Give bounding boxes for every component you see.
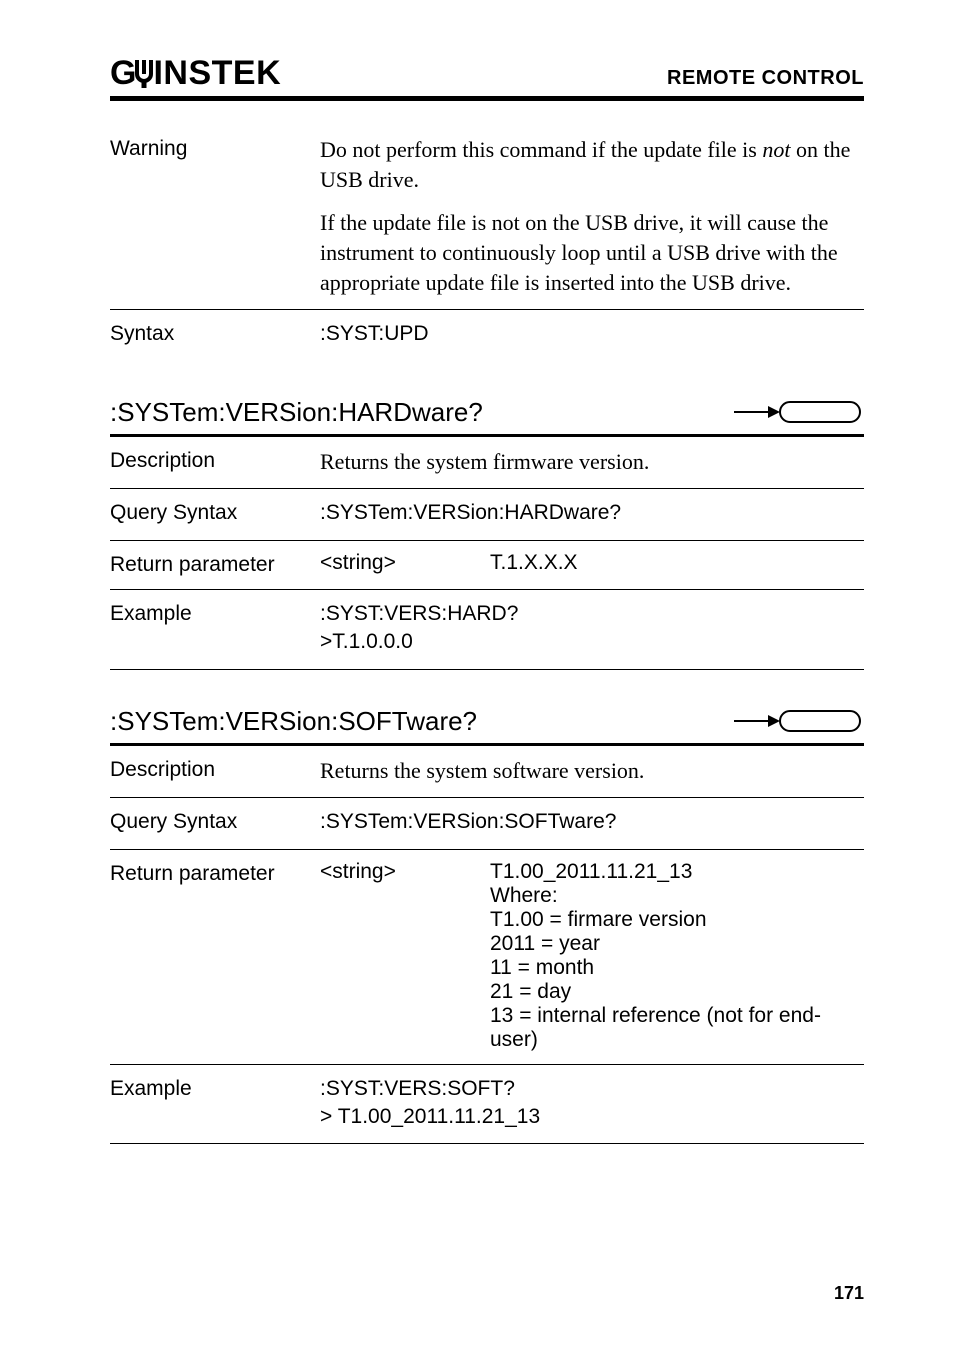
warning-body: Do not perform this command if the updat… bbox=[320, 135, 864, 297]
hardware-title: :SYSTem:VERSion:HARDware? bbox=[110, 397, 483, 428]
software-return-lines: T1.00_2011.11.21_13 Where: T1.00 = firma… bbox=[490, 860, 864, 1052]
software-description-label: Description bbox=[110, 756, 320, 782]
hardware-example-row: Example :SYST:VERS:HARD? >T.1.0.0.0 bbox=[110, 590, 864, 669]
syntax-label: Syntax bbox=[110, 320, 320, 346]
software-return-line: 21 = day bbox=[490, 980, 864, 1004]
warning-row: Warning Do not perform this command if t… bbox=[110, 125, 864, 309]
software-return-line: Where: bbox=[490, 884, 864, 908]
hardware-return-body: <string> T.1.X.X.X bbox=[320, 551, 864, 575]
hardware-description-value: Returns the system firmware version. bbox=[320, 447, 864, 477]
hardware-example-body: :SYST:VERS:HARD? >T.1.0.0.0 bbox=[320, 600, 864, 657]
software-return-body: <string> T1.00_2011.11.21_13 Where: T1.0… bbox=[320, 860, 864, 1052]
software-return-type: <string> bbox=[320, 860, 490, 1052]
hardware-return-type: <string> bbox=[320, 551, 490, 575]
software-example-row: Example :SYST:VERS:SOFT? > T1.00_2011.11… bbox=[110, 1065, 864, 1144]
software-example-line1: :SYST:VERS:SOFT? bbox=[320, 1075, 864, 1103]
query-arrow-icon bbox=[734, 400, 864, 424]
warning-label: Warning bbox=[110, 135, 320, 161]
hardware-example-line1: :SYST:VERS:HARD? bbox=[320, 600, 864, 628]
hardware-return-row: Return parameter <string> T.1.X.X.X bbox=[110, 541, 864, 589]
software-return-line: T1.00_2011.11.21_13 bbox=[490, 860, 864, 884]
software-heading: :SYSTem:VERSion:SOFTware? bbox=[110, 706, 864, 746]
software-return-line: 13 = internal reference (not for end-use… bbox=[490, 1004, 864, 1052]
logo-text-right: INSTEK bbox=[153, 56, 281, 90]
hardware-heading: :SYSTem:VERSion:HARDware? bbox=[110, 397, 864, 437]
hardware-example-line2: >T.1.0.0.0 bbox=[320, 628, 864, 656]
software-return-label: Return parameter bbox=[110, 860, 320, 886]
syntax-row: Syntax :SYST:UPD bbox=[110, 310, 864, 360]
hardware-description-label: Description bbox=[110, 447, 320, 473]
software-example-label: Example bbox=[110, 1075, 320, 1101]
hardware-return-label: Return parameter bbox=[110, 551, 320, 577]
hardware-query-value: :SYSTem:VERSion:HARDware? bbox=[320, 499, 864, 527]
warning-para1-pre: Do not perform this command if the updat… bbox=[320, 137, 762, 162]
query-arrow-icon bbox=[734, 709, 864, 733]
hardware-description-row: Description Returns the system firmware … bbox=[110, 437, 864, 489]
logo-text-left: G bbox=[110, 56, 135, 90]
software-title: :SYSTem:VERSion:SOFTware? bbox=[110, 706, 477, 737]
section-title: REMOTE CONTROL bbox=[667, 67, 864, 90]
hardware-example-label: Example bbox=[110, 600, 320, 626]
hardware-query-label: Query Syntax bbox=[110, 499, 320, 525]
software-description-row: Description Returns the system software … bbox=[110, 746, 864, 798]
page-number: 171 bbox=[834, 1283, 864, 1304]
hardware-query-row: Query Syntax :SYSTem:VERSion:HARDware? bbox=[110, 489, 864, 539]
software-return-row: Return parameter <string> T1.00_2011.11.… bbox=[110, 850, 864, 1064]
hardware-return-example: T.1.X.X.X bbox=[490, 551, 864, 575]
brand-logo: G INSTEK bbox=[110, 56, 281, 90]
software-return-line: 11 = month bbox=[490, 956, 864, 980]
software-description-value: Returns the system software version. bbox=[320, 756, 864, 786]
software-query-row: Query Syntax :SYSTem:VERSion:SOFTware? bbox=[110, 798, 864, 848]
software-return-line: 2011 = year bbox=[490, 932, 864, 956]
page-header: G INSTEK REMOTE CONTROL bbox=[110, 56, 864, 101]
warning-para2: If the update file is not on the USB dri… bbox=[320, 208, 864, 297]
logo-fork-icon bbox=[133, 60, 155, 88]
software-example-line2: > T1.00_2011.11.21_13 bbox=[320, 1103, 864, 1131]
software-return-line: T1.00 = firmare version bbox=[490, 908, 864, 932]
software-query-label: Query Syntax bbox=[110, 808, 320, 834]
warning-para1-em: not bbox=[762, 137, 790, 162]
software-query-value: :SYSTem:VERSion:SOFTware? bbox=[320, 808, 864, 836]
syntax-value: :SYST:UPD bbox=[320, 320, 864, 348]
software-example-body: :SYST:VERS:SOFT? > T1.00_2011.11.21_13 bbox=[320, 1075, 864, 1132]
